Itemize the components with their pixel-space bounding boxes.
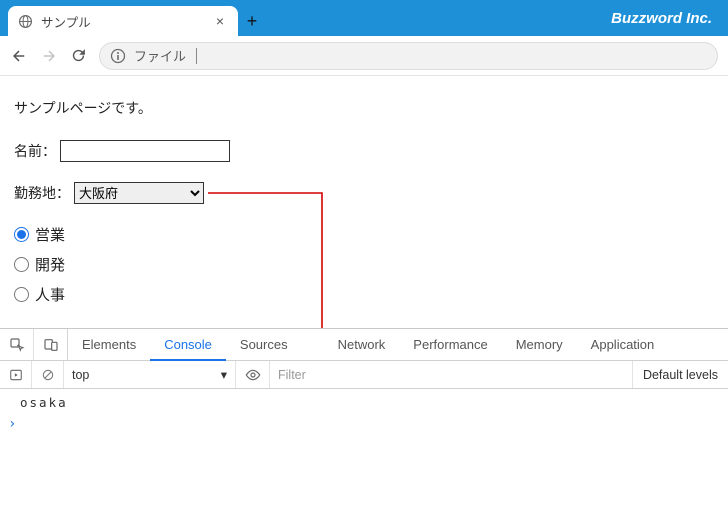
forward-button[interactable]: [40, 47, 58, 65]
device-toolbar-button[interactable]: [34, 329, 68, 360]
address-caret: [196, 48, 197, 64]
browser-titlebar: サンプル × + Buzzword Inc.: [0, 0, 728, 36]
name-input[interactable]: [60, 140, 230, 162]
chevron-down-icon: ▾: [221, 367, 227, 382]
execution-context-select[interactable]: top ▾: [64, 361, 236, 388]
browser-tab[interactable]: サンプル ×: [8, 6, 238, 36]
tab-title: サンプル: [41, 12, 204, 31]
location-label: 勤務地：: [14, 183, 70, 203]
reload-button[interactable]: [70, 47, 87, 64]
browser-toolbar: ファイル: [0, 36, 728, 76]
tab-sources[interactable]: Sources: [226, 329, 302, 360]
radio-row-dev[interactable]: 開発: [14, 254, 714, 275]
clear-console-button[interactable]: [32, 361, 64, 388]
department-radio-group: 営業 開発 人事: [14, 224, 714, 305]
log-levels-label: Default levels: [643, 368, 718, 382]
address-text: ファイル: [134, 46, 186, 65]
page-viewport: サンプルページです。 名前： 勤務地： 大阪府 営業 開発 人事: [0, 76, 728, 520]
address-bar[interactable]: ファイル: [99, 42, 718, 70]
radio-row-hr[interactable]: 人事: [14, 284, 714, 305]
inspect-element-button[interactable]: [0, 329, 34, 360]
tab-elements[interactable]: Elements: [68, 329, 150, 360]
radio-dev[interactable]: [14, 257, 29, 272]
console-sidebar-toggle[interactable]: [0, 361, 32, 388]
back-button[interactable]: [10, 47, 28, 65]
radio-sales-label: 営業: [35, 224, 65, 245]
radio-sales[interactable]: [14, 227, 29, 242]
console-log-line: osaka: [0, 389, 728, 414]
radio-hr[interactable]: [14, 287, 29, 302]
filter-placeholder: Filter: [278, 368, 306, 382]
live-expression-button[interactable]: [236, 361, 270, 388]
location-row: 勤務地： 大阪府: [14, 182, 714, 204]
close-tab-button[interactable]: ×: [212, 13, 228, 29]
devtools-panel: Elements Console Sources Network Perform…: [0, 328, 728, 520]
radio-dev-label: 開発: [35, 254, 65, 275]
radio-row-sales[interactable]: 営業: [14, 224, 714, 245]
page-heading: サンプルページです。: [14, 98, 714, 118]
new-tab-button[interactable]: +: [238, 6, 266, 36]
tab-console[interactable]: Console: [150, 329, 226, 361]
radio-hr-label: 人事: [35, 284, 65, 305]
console-filter-input[interactable]: Filter: [270, 361, 633, 388]
brand-label: Buzzword Inc.: [611, 10, 712, 27]
name-label: 名前：: [14, 141, 56, 161]
execution-context-label: top: [72, 368, 89, 382]
devtools-tabbar: Elements Console Sources Network Perform…: [0, 329, 728, 361]
console-prompt[interactable]: ›: [0, 414, 728, 434]
log-levels-select[interactable]: Default levels: [633, 361, 728, 388]
tab-performance[interactable]: Performance: [399, 329, 501, 360]
location-select[interactable]: 大阪府: [74, 182, 204, 204]
name-row: 名前：: [14, 140, 714, 162]
console-body[interactable]: osaka ›: [0, 389, 728, 520]
tab-memory[interactable]: Memory: [502, 329, 577, 360]
tab-network[interactable]: Network: [324, 329, 400, 360]
info-icon: [110, 48, 126, 64]
globe-icon: [18, 14, 33, 29]
tab-application[interactable]: Application: [577, 329, 669, 360]
console-controlbar: top ▾ Filter Default levels: [0, 361, 728, 389]
